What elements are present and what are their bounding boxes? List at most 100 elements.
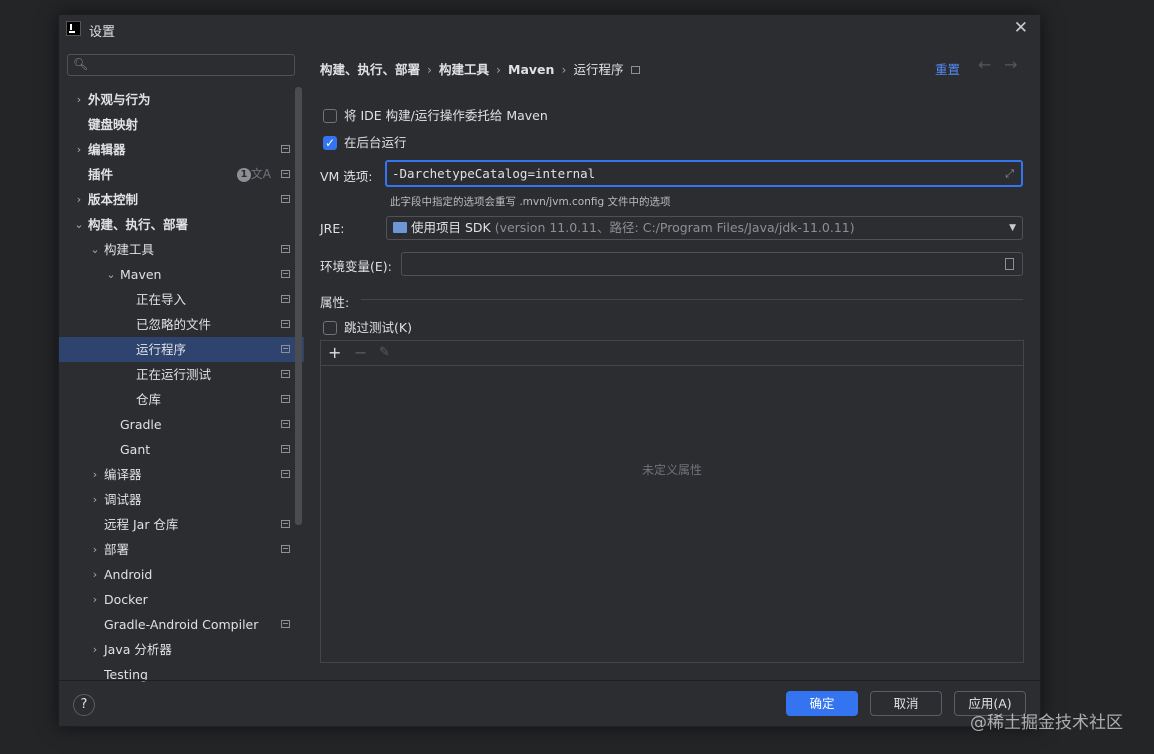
chevron-right-icon[interactable]: › [73,187,85,212]
sidebar-item-label: 构建工具 [104,242,155,257]
forward-arrow-icon[interactable]: → [1004,55,1017,74]
breadcrumb-item[interactable]: 构建、执行、部署 [320,62,420,77]
sidebar-item-label: Gradle-Android Compiler [104,617,259,632]
breadcrumb: 构建、执行、部署 › 构建工具 › Maven › 运行程序 [320,59,641,78]
sidebar-item[interactable]: 正在运行测试 [59,362,304,387]
breadcrumb-current: 运行程序 [573,62,624,77]
sidebar-item[interactable]: 插件 1 文A [59,162,304,187]
breadcrumb-separator: › [427,62,433,77]
breadcrumb-item[interactable]: Maven [508,62,554,77]
sidebar-item[interactable]: Gradle-Android Compiler [59,612,304,637]
back-arrow-icon[interactable]: ← [978,55,991,74]
sidebar-item-label: 部署 [104,542,130,557]
intellij-logo-icon [66,21,81,36]
chevron-right-icon[interactable]: › [73,137,85,162]
settings-search-input[interactable]: 🔍︎ [67,54,295,76]
window-title: 设置 [89,25,116,40]
project-scope-icon [281,545,290,553]
sidebar-item-label: 已忽略的文件 [136,317,212,332]
sidebar-item[interactable]: › 编辑器 [59,137,304,162]
sidebar-item-label: 键盘映射 [88,117,139,132]
breadcrumb-item[interactable]: 构建工具 [439,62,489,77]
help-button[interactable]: ? [73,694,95,716]
chevron-right-icon[interactable]: › [89,462,101,487]
settings-tree: › 外观与行为 键盘映射 › 编辑器 插件 1 文A › 版本控制 ⌄ 构建、执行、部署 ⌄ 构建工具 ⌄ M… [59,87,304,687]
sidebar-item[interactable]: › 调试器 [59,487,304,512]
sidebar-item[interactable]: › 外观与行为 [59,87,304,112]
project-scope-icon [281,445,290,453]
sidebar-item[interactable]: › 版本控制 [59,187,304,212]
chevron-right-icon[interactable]: › [89,487,101,512]
chevron-right-icon[interactable]: › [89,637,101,662]
sidebar-item[interactable]: › Java 分析器 [59,637,304,662]
sidebar-item[interactable]: › Android [59,562,304,587]
project-scope-icon [281,270,290,278]
sidebar-item[interactable]: 运行程序 [59,337,304,362]
edit-document-icon[interactable] [1005,258,1014,270]
project-scope-icon [281,170,290,178]
sidebar-item[interactable]: 键盘映射 [59,112,304,137]
close-icon[interactable]: ✕ [1014,18,1028,38]
sidebar-item-label: 外观与行为 [88,92,151,107]
sidebar-item[interactable]: ⌄ Maven [59,262,304,287]
edit-icon[interactable]: ✎ [379,341,390,365]
breadcrumb-separator: › [561,62,567,77]
cancel-button[interactable]: 取消 [870,691,942,716]
project-scope-icon [281,370,290,378]
sidebar-item-label: 编译器 [104,467,142,482]
chevron-right-icon[interactable]: › [89,587,101,612]
sidebar-item-label: Gradle [120,417,162,432]
sidebar-item-label: Maven [120,267,162,282]
sidebar-item-label: 编辑器 [88,142,126,157]
run-in-background-checkbox[interactable] [323,135,337,151]
skip-tests-checkbox[interactable] [323,321,337,335]
jre-selected-value: 使用项目 SDK (version 11.0.11、路径: C:/Program… [411,217,855,239]
sidebar-item-label: 插件 [88,167,114,182]
project-scope-icon [281,620,290,628]
vm-options-input[interactable]: -DarchetypeCatalog=internal ⤢ [385,160,1023,187]
project-scope-icon [281,420,290,428]
sidebar-item[interactable]: ⌄ 构建、执行、部署 [59,212,304,237]
ok-button[interactable]: 确定 [786,691,858,716]
reset-link[interactable]: 重置 [935,59,960,78]
sidebar-item-label: 仓库 [136,392,162,407]
sidebar-item-label: 构建、执行、部署 [88,217,189,232]
sidebar-scrollbar[interactable] [295,87,302,525]
sidebar-item[interactable]: › 编译器 [59,462,304,487]
expand-icon[interactable]: ⤢ [1005,162,1014,185]
vm-options-value: -DarchetypeCatalog=internal [392,166,596,181]
chevron-right-icon[interactable]: › [89,562,101,587]
jre-select[interactable]: 使用项目 SDK (version 11.0.11、路径: C:/Program… [386,216,1023,240]
sidebar-item[interactable]: 已忽略的文件 [59,312,304,337]
vm-options-label: VM 选项: [320,169,373,184]
sidebar-item[interactable]: 仓库 [59,387,304,412]
remove-icon[interactable]: − [354,341,367,365]
chevron-right-icon[interactable]: › [89,537,101,562]
chevron-right-icon[interactable]: › [73,87,85,112]
folder-icon [393,222,407,233]
add-icon[interactable]: + [328,341,341,365]
sidebar-item-label: Gant [120,442,151,457]
chevron-down-icon[interactable]: ⌄ [89,237,101,262]
settings-content: 构建、执行、部署 › 构建工具 › Maven › 运行程序 重置 ← → 将 IDE 构建… [304,43,1040,680]
delegate-to-maven-checkbox[interactable] [323,109,337,123]
project-scope-icon [281,345,290,353]
project-scope-icon [631,66,641,74]
sidebar-item[interactable]: 远程 Jar 仓库 [59,512,304,537]
chevron-down-icon[interactable]: ⌄ [105,262,117,287]
vm-options-hint: 此字段中指定的选项会重写 .mvn/jvm.config 文件中的选项 [390,196,671,208]
sidebar-item[interactable]: 正在导入 [59,287,304,312]
project-scope-icon [281,470,290,478]
sidebar-item[interactable]: Gant [59,437,304,462]
project-scope-icon [281,245,290,253]
sidebar-item[interactable]: › 部署 [59,537,304,562]
sidebar-item[interactable]: › Docker [59,587,304,612]
section-divider [361,299,1023,300]
chevron-down-icon[interactable]: ⌄ [73,212,85,237]
sidebar-item[interactable]: ⌄ 构建工具 [59,237,304,262]
title-bar: 设置 ✕ [59,15,1040,43]
translate-icon: 文A [250,167,271,181]
properties-empty-text: 未定义属性 [641,463,702,477]
env-variables-input[interactable] [401,252,1023,276]
sidebar-item[interactable]: Gradle [59,412,304,437]
